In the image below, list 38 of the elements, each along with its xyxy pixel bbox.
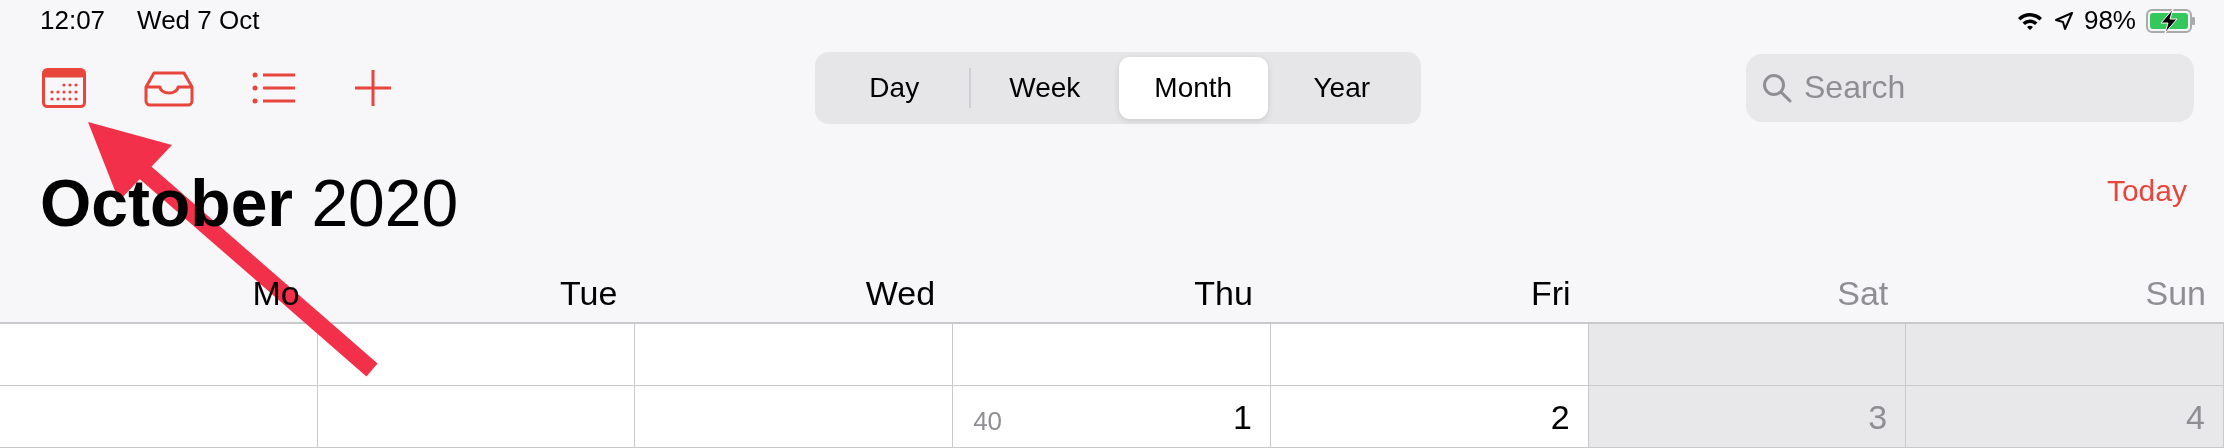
search-field[interactable]: Search (1746, 53, 2194, 122)
view-tab[interactable]: Month (1119, 56, 1268, 119)
day-cell[interactable] (635, 324, 954, 386)
day-number: 4 (2186, 398, 2205, 437)
day-cell[interactable] (317, 386, 636, 448)
calendar-icon[interactable] (42, 67, 86, 108)
day-cell[interactable]: 40 1 (953, 386, 1271, 448)
view-tab[interactable]: Week (970, 56, 1119, 119)
week-number: 40 (973, 406, 1003, 437)
weekday-label: Sun (2145, 274, 2206, 313)
add-icon[interactable] (354, 68, 392, 107)
weekday-label: Thu (1194, 274, 1253, 313)
day-cell[interactable] (953, 324, 1271, 386)
day-cell[interactable] (1906, 324, 2224, 386)
weekday-label: Fri (1530, 274, 1571, 313)
weekday-label: Tue (560, 274, 618, 313)
view-tab[interactable]: Day (820, 56, 969, 119)
day-cell[interactable] (1270, 324, 1589, 386)
day-number: 2 (1550, 398, 1570, 437)
weekday-label: Wed (865, 274, 936, 313)
day-number: 3 (1868, 398, 1888, 437)
day-cell[interactable] (0, 324, 318, 386)
battery-charging-icon (2146, 8, 2196, 33)
location-arrow-icon (2053, 10, 2074, 31)
day-cell[interactable] (635, 386, 954, 448)
today-button[interactable]: Today (2106, 173, 2187, 208)
list-icon[interactable] (252, 70, 296, 105)
day-cell[interactable]: 2 (1270, 386, 1589, 448)
day-cell[interactable] (0, 386, 318, 448)
weekday-label: Sat (1837, 274, 1889, 313)
day-cell[interactable] (317, 324, 636, 386)
search-icon (1762, 72, 1792, 103)
status-time: 12:07 (40, 5, 106, 37)
view-tab[interactable]: Year (1267, 56, 1416, 119)
status-date: Wed 7 Oct (137, 5, 260, 37)
day-number: 1 (1232, 398, 1252, 437)
day-cell[interactable] (1588, 324, 1907, 386)
battery-percentage: 98% (2083, 5, 2136, 37)
